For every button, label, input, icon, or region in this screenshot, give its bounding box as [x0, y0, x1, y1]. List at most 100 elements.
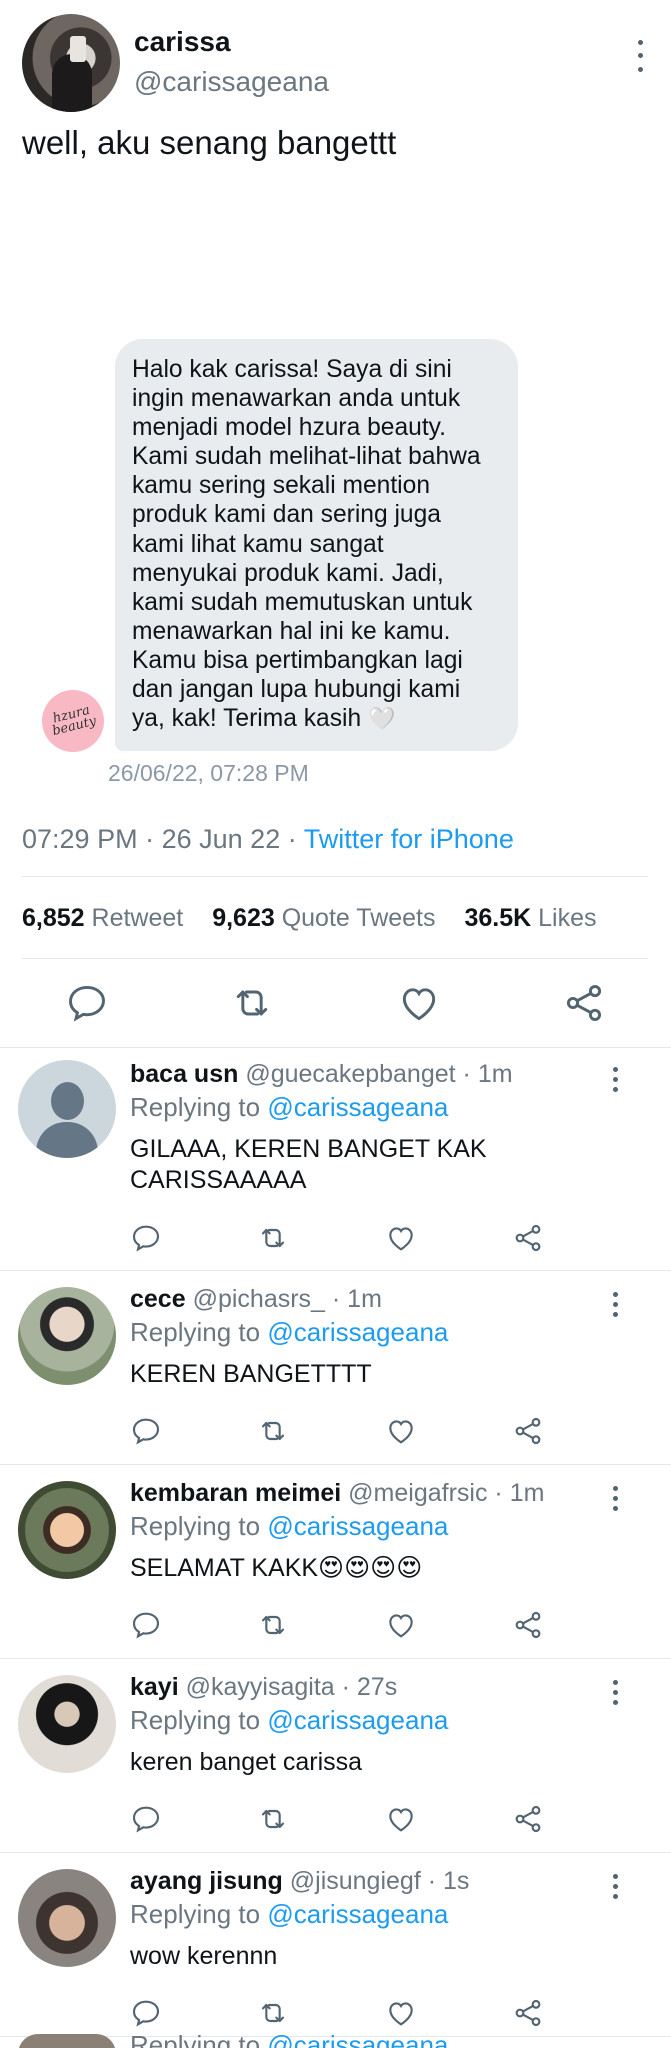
reply-icon[interactable]	[65, 981, 109, 1025]
heart-icon[interactable]	[385, 1803, 417, 1835]
avatar[interactable]	[22, 14, 120, 112]
replying-to: Replying to @carissageana	[130, 1899, 448, 1930]
replying-to-label: Replying to	[130, 1317, 261, 1347]
reply-icon[interactable]	[130, 1997, 162, 2029]
heart-icon[interactable]	[385, 1997, 417, 2029]
dm-line: dan jangan lupa hubungi kami	[132, 676, 461, 704]
more-vertical-icon[interactable]	[605, 1289, 625, 1319]
reply-tweet[interactable]: kayi @kayyisagita · 27s Replying to @car…	[0, 1673, 671, 1843]
retweet-icon[interactable]	[257, 1997, 289, 2029]
reply-text: SELAMAT KAKK😍😍😍😍	[130, 1554, 423, 1582]
reply-icon[interactable]	[130, 1803, 162, 1835]
mention-link[interactable]: @carissageana	[267, 2030, 448, 2048]
replying-to: Replying to @carissageana	[130, 1705, 448, 1736]
retweet-icon[interactable]	[257, 1415, 289, 1447]
heart-icon[interactable]	[385, 1222, 417, 1254]
replying-to-label: Replying to	[130, 1705, 261, 1735]
sender-avatar: hzura beauty	[42, 690, 104, 752]
tweet-text: well, aku senang bangettt	[22, 124, 397, 161]
dm-line: menyukai produk kami. Jadi,	[132, 559, 444, 587]
display-name[interactable]: carissa	[134, 26, 231, 58]
more-vertical-icon[interactable]	[605, 1483, 625, 1513]
heart-icon[interactable]	[385, 1609, 417, 1641]
retweet-icon[interactable]	[230, 981, 274, 1025]
reply-display-name[interactable]: kembaran meimei	[130, 1479, 341, 1507]
tweet-header: carissa @carissageana	[22, 14, 652, 114]
mention-link[interactable]: @carissageana	[267, 1899, 448, 1929]
more-vertical-icon[interactable]	[605, 1871, 625, 1901]
mention-link[interactable]: @carissageana	[267, 1511, 448, 1541]
reply-icon[interactable]	[130, 1222, 162, 1254]
dm-line: Kamu bisa pertimbangkan lagi	[132, 646, 463, 674]
reply-tweet[interactable]: ayang jisung @jisungiegf · 1s Replying t…	[0, 1867, 671, 2027]
reply-time: 1m	[347, 1285, 382, 1313]
reply-tweet[interactable]: cece @pichasrs_ · 1m Replying to @cariss…	[0, 1285, 671, 1455]
share-icon[interactable]	[512, 1803, 544, 1835]
share-icon[interactable]	[512, 1415, 544, 1447]
replying-to: Replying to @carissageana	[130, 1511, 448, 1542]
share-icon[interactable]	[512, 1222, 544, 1254]
more-vertical-icon[interactable]	[605, 1677, 625, 1707]
reply-text: keren banget carissa	[130, 1748, 363, 1776]
heart-icon[interactable]	[397, 981, 441, 1025]
share-icon[interactable]	[512, 1997, 544, 2029]
dm-timestamp: 26/06/22, 07:28 PM	[108, 760, 309, 786]
reply-tweet[interactable]: baca usn @guecakepbanget · 1m Replying t…	[0, 1060, 671, 1260]
tweet-time: 07:29 PM	[22, 824, 138, 854]
share-icon[interactable]	[562, 981, 606, 1025]
reply-display-name[interactable]: ayang jisung	[130, 1867, 283, 1895]
reply-tweet[interactable]: kembaran meimei @meigafrsic · 1m Replyin…	[0, 1479, 671, 1649]
reply-display-name[interactable]: cece	[130, 1285, 186, 1313]
divider	[0, 1047, 671, 1048]
reply-action-bar	[130, 1803, 550, 1837]
reply-handle[interactable]: @meigafrsic	[348, 1479, 487, 1507]
avatar[interactable]	[18, 1869, 116, 1967]
likes-stat[interactable]: 36.5K Likes	[464, 904, 596, 932]
dm-line: menjadi model hzura beauty.	[132, 414, 446, 442]
avatar[interactable]	[18, 1287, 116, 1385]
tweet-source-link[interactable]: Twitter for iPhone	[304, 824, 514, 854]
heart-icon[interactable]	[385, 1415, 417, 1447]
retweets-count: 6,852	[22, 904, 85, 932]
dm-line: ya, kak! Terima kasih 🤍	[132, 704, 500, 733]
tweet-action-bar	[40, 981, 610, 1025]
more-vertical-icon[interactable]	[605, 1064, 625, 1094]
reply-header: ayang jisung @jisungiegf · 1s	[130, 1867, 470, 1895]
reply-handle[interactable]: @kayyisagita	[186, 1673, 335, 1701]
retweets-stat[interactable]: 6,852 Retweet	[22, 904, 183, 932]
share-icon[interactable]	[512, 1609, 544, 1641]
dm-line: menawarkan hal ini ke kamu.	[132, 617, 451, 645]
more-vertical-icon[interactable]	[628, 36, 652, 76]
mention-link[interactable]: @carissageana	[267, 1092, 448, 1122]
replying-to-label: Replying to	[130, 1511, 261, 1541]
avatar[interactable]	[18, 1060, 116, 1158]
reply-icon[interactable]	[130, 1609, 162, 1641]
dm-line-text: ya, kak! Terima kasih	[132, 705, 362, 733]
dm-line: produk kami dan sering juga	[132, 501, 441, 529]
reply-time: 1m	[477, 1060, 513, 1088]
avatar[interactable]	[18, 1481, 116, 1579]
white-heart-emoji: 🤍	[368, 706, 396, 732]
separator: ·	[287, 824, 297, 854]
avatar[interactable]	[18, 2034, 116, 2048]
user-handle[interactable]: @carissageana	[134, 66, 329, 98]
retweet-icon[interactable]	[257, 1222, 289, 1254]
avatar[interactable]	[18, 1675, 116, 1773]
reply-display-name[interactable]: baca usn	[130, 1060, 238, 1088]
reply-display-name[interactable]: kayi	[130, 1673, 179, 1701]
quotes-label: Quote Tweets	[281, 904, 436, 932]
mention-link[interactable]: @carissageana	[267, 1317, 448, 1347]
tweet-meta: 07:29 PM · 26 Jun 22 · Twitter for iPhon…	[22, 824, 514, 855]
mention-link[interactable]: @carissageana	[267, 1705, 448, 1735]
replying-to: Replying to @carissageana	[130, 2030, 448, 2048]
retweet-icon[interactable]	[257, 1609, 289, 1641]
reply-time: 1m	[509, 1479, 545, 1507]
reply-handle[interactable]: @jisungiegf	[290, 1867, 421, 1895]
reply-icon[interactable]	[130, 1415, 162, 1447]
reply-handle[interactable]: @pichasrs_	[193, 1285, 325, 1313]
reply-time: 1s	[443, 1867, 470, 1895]
replying-to-label: Replying to	[130, 1899, 261, 1929]
reply-handle[interactable]: @guecakepbanget	[245, 1060, 455, 1088]
retweet-icon[interactable]	[257, 1803, 289, 1835]
quotes-stat[interactable]: 9,623 Quote Tweets	[212, 904, 435, 932]
